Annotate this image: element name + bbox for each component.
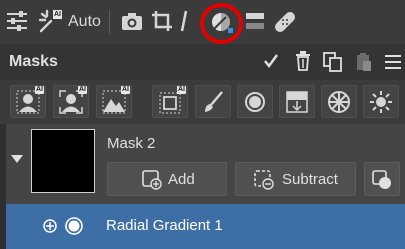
toggle-visibility-icon[interactable] — [43, 219, 57, 233]
add-label: Add — [168, 171, 195, 188]
mask-tools-row: AI AI AI AI — [0, 80, 405, 203]
luminance-range-button[interactable] — [363, 85, 399, 118]
highlight-ring-masking-tool — [200, 3, 243, 44]
masks-panel-header: Masks — [0, 44, 405, 80]
brush-tool-button[interactable] — [195, 85, 231, 118]
top-toolbar: AI Auto — [0, 0, 405, 44]
collapse-caret-icon[interactable] — [11, 155, 23, 163]
luminance-range-icon — [364, 89, 398, 115]
subtract-icon — [254, 170, 274, 190]
toolbar-divider — [109, 10, 110, 34]
mask-thumbnail[interactable] — [31, 129, 95, 193]
gradient-icon[interactable] — [246, 13, 264, 29]
mask-name[interactable]: Mask 2 — [107, 135, 155, 152]
checkmark-icon[interactable] — [263, 53, 279, 69]
radial-gradient-tool-button[interactable] — [237, 85, 273, 118]
add-button[interactable]: Add — [107, 162, 227, 196]
ai-badge: AI — [35, 86, 44, 94]
subtract-label: Subtract — [282, 171, 338, 188]
subtract-button[interactable]: Subtract — [235, 162, 356, 196]
add-icon — [142, 170, 162, 190]
crop-icon[interactable] — [151, 10, 173, 32]
brush-tool-icon — [196, 89, 230, 115]
menu-icon[interactable] — [385, 54, 401, 70]
radial-gradient-icon — [64, 216, 84, 236]
mask-component-row[interactable]: Radial Gradient 1 — [6, 204, 405, 249]
select-subject-button[interactable]: AI — [10, 85, 46, 118]
intersect-icon — [372, 170, 392, 190]
mask-component-label: Radial Gradient 1 — [106, 217, 223, 234]
trash-icon[interactable] — [295, 51, 311, 71]
ai-badge: AI — [121, 86, 130, 94]
brush-icon[interactable] — [179, 9, 189, 33]
color-range-button[interactable] — [321, 85, 357, 118]
sliders-icon[interactable] — [6, 10, 28, 32]
linear-gradient-tool-icon — [280, 89, 314, 115]
ai-badge: AI — [177, 86, 186, 94]
paste-icon — [356, 52, 372, 72]
duplicate-icon[interactable] — [323, 52, 343, 72]
intersect-button[interactable] — [364, 162, 400, 196]
mask-item[interactable]: Mask 2 Add Subtract — [0, 124, 405, 204]
camera-icon[interactable] — [121, 12, 143, 31]
masks-title: Masks — [9, 53, 58, 70]
linear-gradient-tool-button[interactable] — [279, 85, 315, 118]
color-range-icon — [322, 89, 356, 115]
auto-label[interactable]: Auto — [68, 13, 101, 31]
ai-badge: AI — [53, 10, 62, 19]
ai-badge: AI — [78, 86, 87, 94]
bandage-icon[interactable] — [272, 9, 298, 35]
radial-gradient-tool-icon — [238, 89, 272, 115]
select-people-button[interactable]: AI — [53, 85, 89, 118]
select-sky-button[interactable]: AI — [96, 85, 132, 118]
object-select-button[interactable]: AI — [152, 85, 188, 118]
